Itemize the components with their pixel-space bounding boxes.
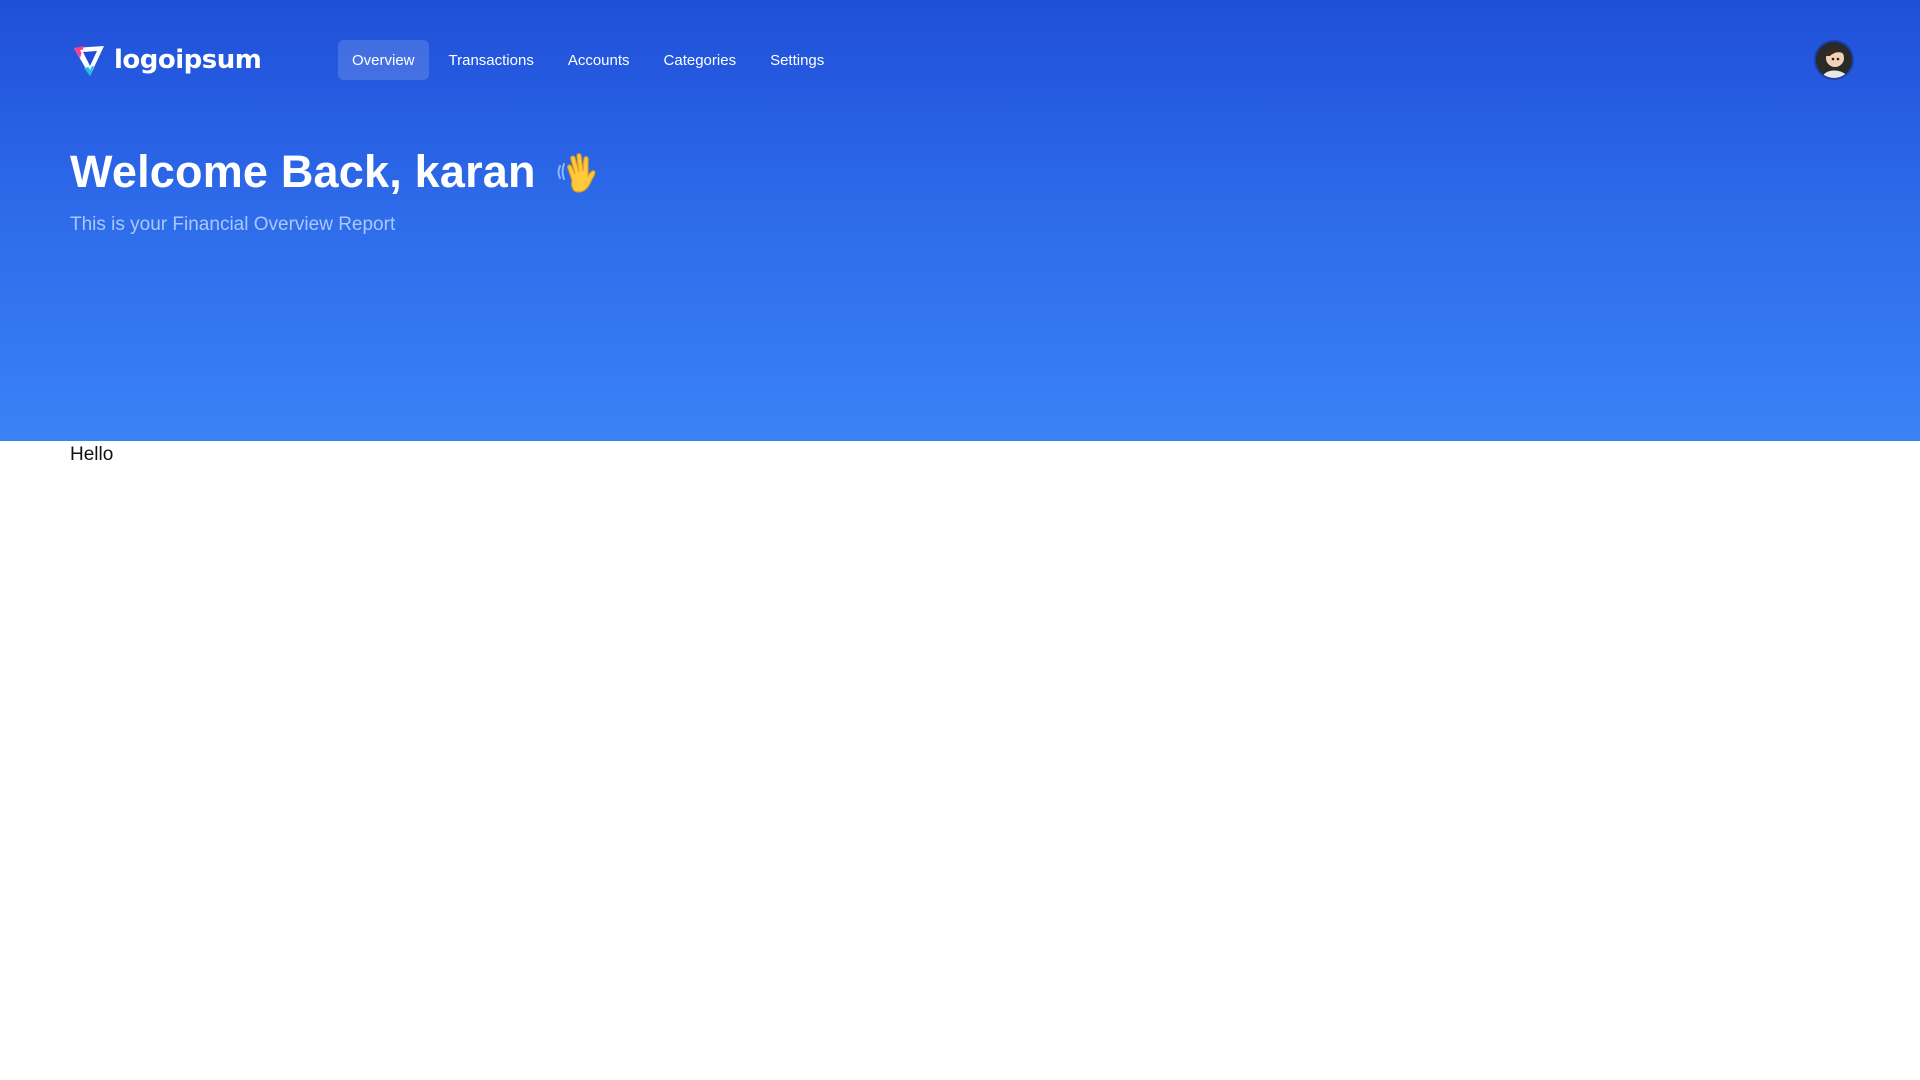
nav-item-transactions[interactable]: Transactions <box>435 40 548 80</box>
logo-icon <box>74 46 104 76</box>
nav-item-overview[interactable]: Overview <box>338 40 429 80</box>
nav-item-categories[interactable]: Categories <box>650 40 751 80</box>
waving-hand-icon <box>557 153 596 193</box>
greeting-text: Hello <box>70 444 114 465</box>
logo-text: logoipsum <box>114 45 262 75</box>
hero-banner: logoipsum Overview Transactions Accounts… <box>0 0 1920 441</box>
nav-item-settings[interactable]: Settings <box>756 40 838 80</box>
top-header: logoipsum Overview Transactions Accounts… <box>70 40 1852 80</box>
page-title: Welcome Back, karan <box>70 146 536 197</box>
welcome-heading: Welcome Back, karan <box>70 146 606 198</box>
user-avatar-icon <box>1816 42 1852 78</box>
page-subtitle: This is your Financial Overview Report <box>70 214 396 235</box>
main-nav: Overview Transactions Accounts Categorie… <box>338 40 838 80</box>
nav-item-accounts[interactable]: Accounts <box>554 40 644 80</box>
brand-logo[interactable]: logoipsum <box>70 40 262 80</box>
avatar[interactable] <box>1816 42 1852 78</box>
